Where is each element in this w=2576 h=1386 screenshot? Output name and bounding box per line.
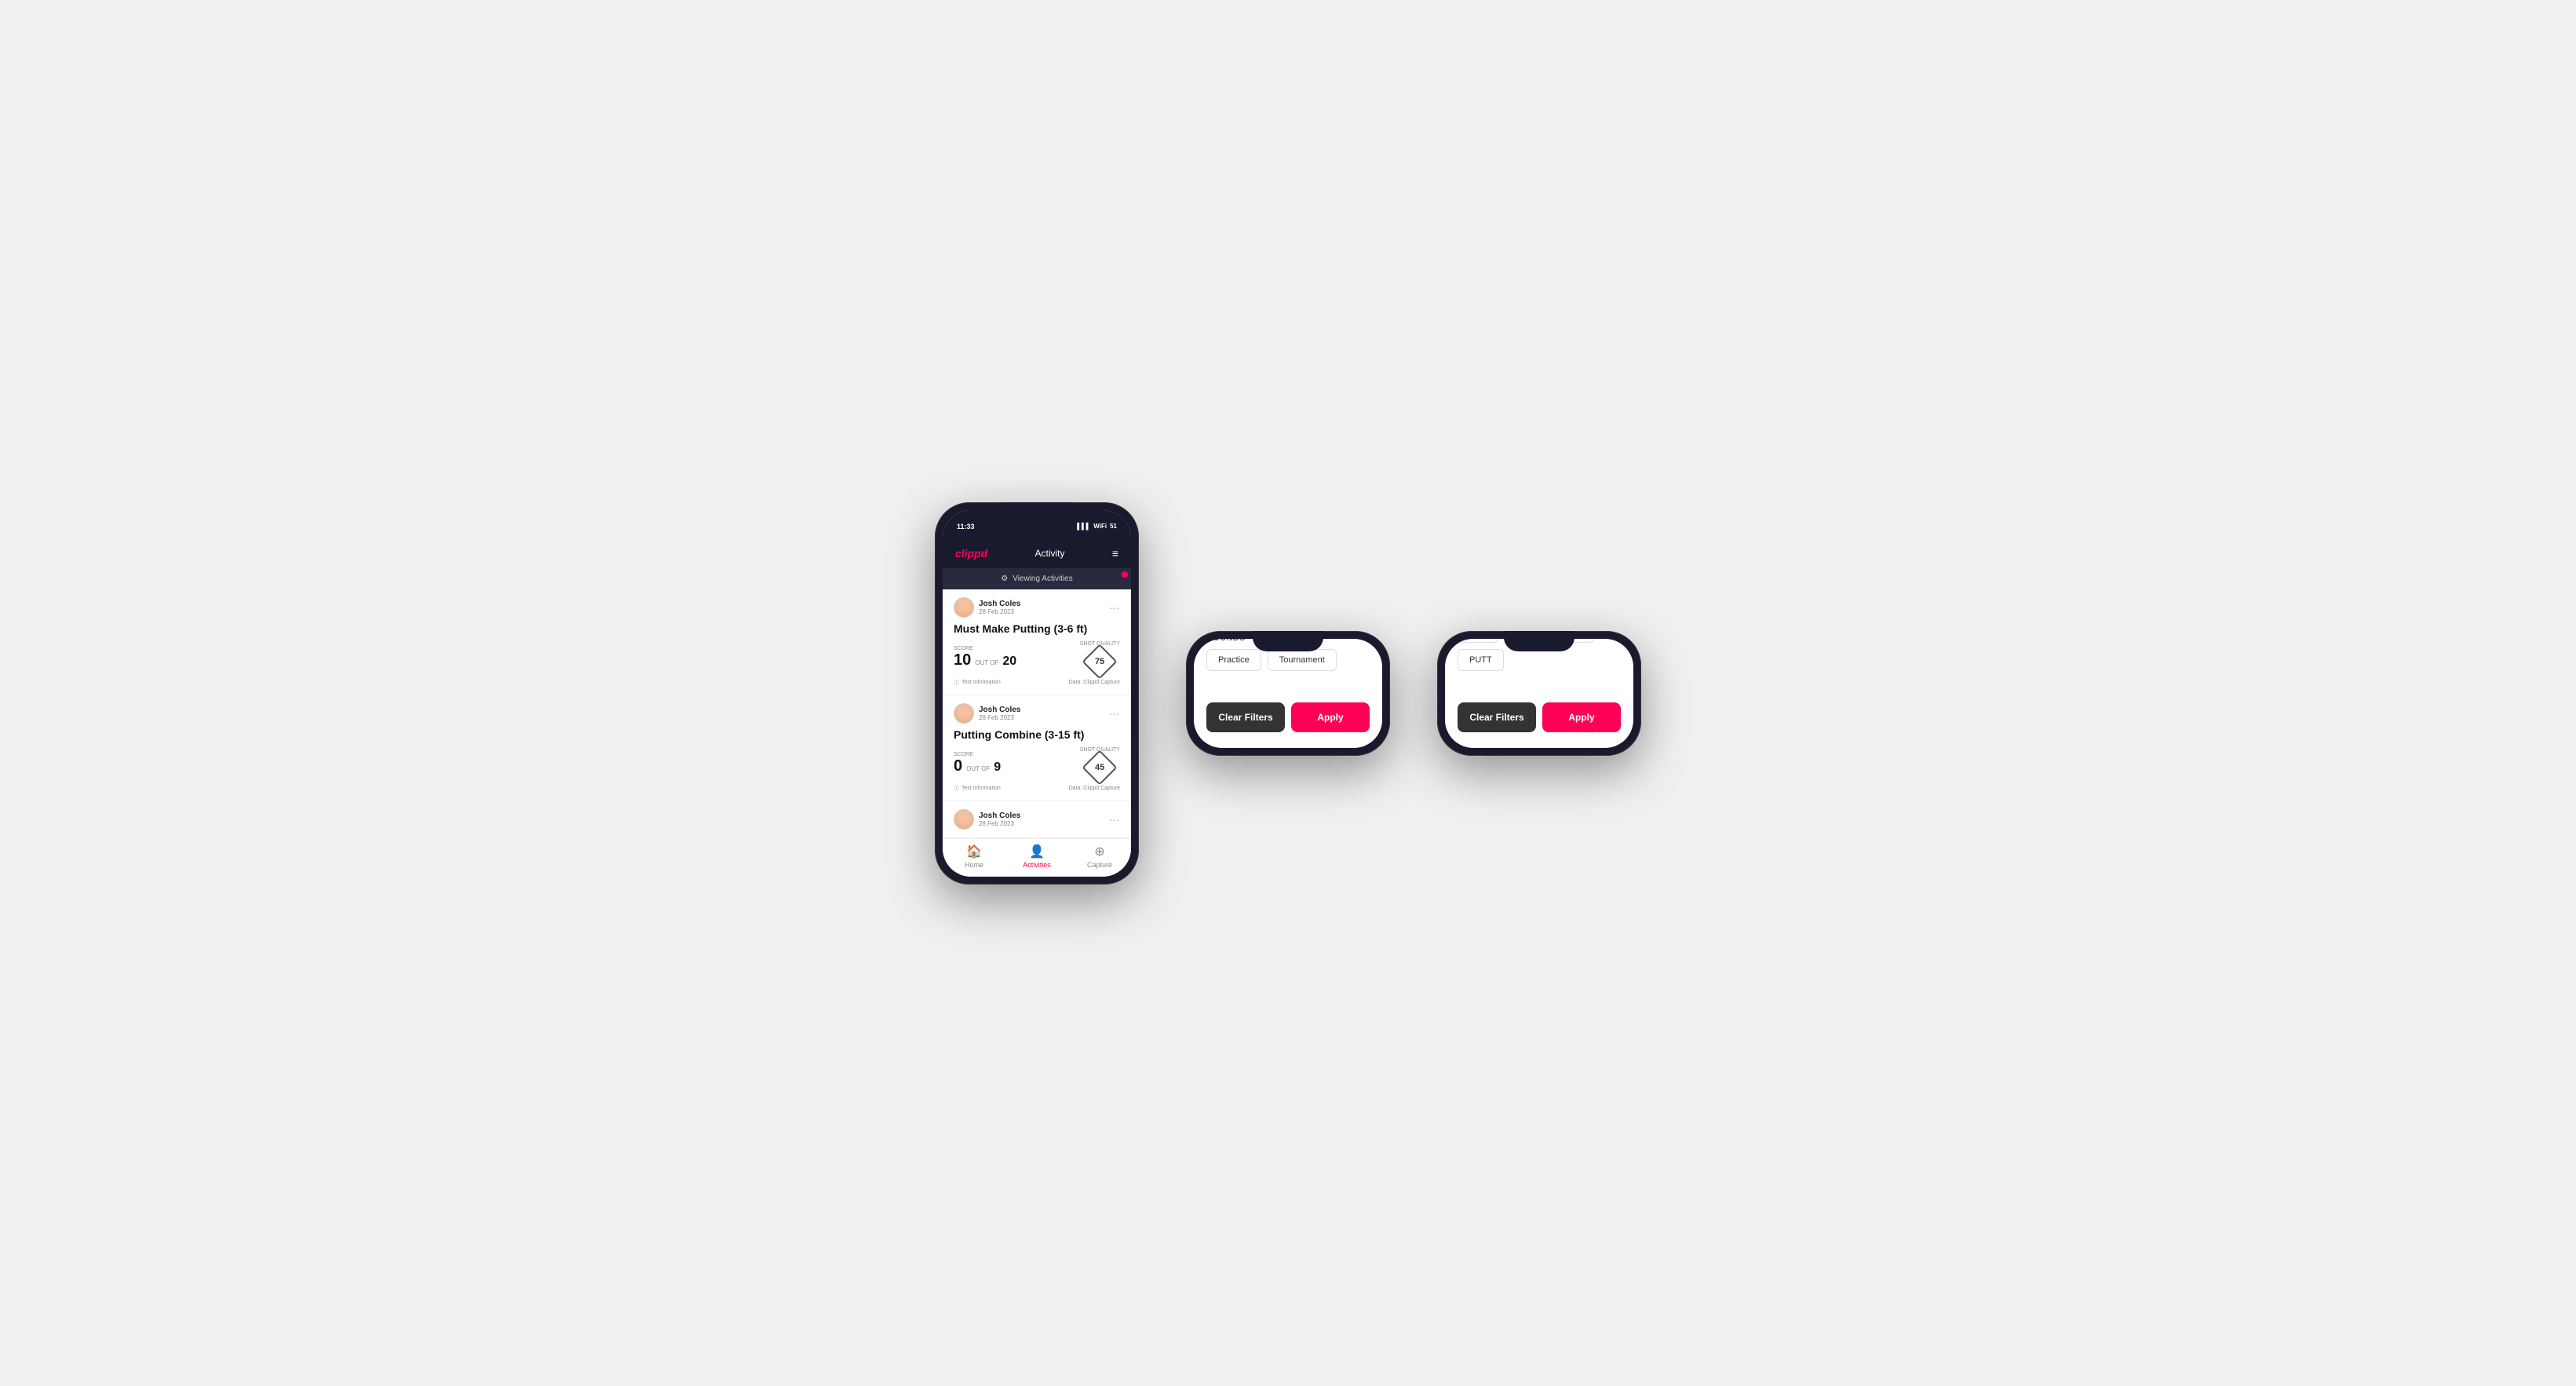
battery-icon: 51 <box>1110 523 1117 530</box>
score-values-1: 10 OUT OF 20 <box>954 651 1016 669</box>
home-icon-1: 🏠 <box>966 844 982 859</box>
user-name-1: Josh Coles <box>979 600 1020 608</box>
user-info-3: Josh Coles 28 Feb 2023 <box>979 812 1020 827</box>
viewing-label-1: Viewing Activities <box>1013 574 1073 583</box>
stats-row-1: Score 10 OUT OF 20 Shot Quality <box>954 641 1120 674</box>
card-header-2: Josh Coles 28 Feb 2023 ··· <box>954 703 1120 724</box>
filter-modal-2: Filter ✕ Show Rounds Practice Drills Rou… <box>1194 639 1382 748</box>
avatar-1 <box>954 597 974 618</box>
phone-1: 11:33 ▌▌▌ WiFi 51 clippd Activity ≡ ⚙ Vi… <box>935 502 1139 884</box>
user-date-1: 28 Feb 2023 <box>979 608 1020 615</box>
user-date-2: 28 Feb 2023 <box>979 714 1020 721</box>
stats-row-2: Score 0 OUT OF 9 Shot Quality 45 <box>954 747 1120 780</box>
out-of-1: OUT OF <box>975 659 998 666</box>
card-footer-2: ⓘ Test Information Data: Clippd Capture <box>954 785 1120 793</box>
card-header-1: Josh Coles 28 Feb 2023 ··· <box>954 597 1120 618</box>
out-of-value-2: 9 <box>994 760 1001 775</box>
info-icon-1: ⓘ <box>954 679 959 687</box>
cards-container-1: Josh Coles 28 Feb 2023 ··· Must Make Put… <box>943 589 1131 838</box>
putt-btn-3[interactable]: PUTT <box>1458 649 1504 671</box>
card-header-3: Josh Coles 28 Feb 2023 ··· <box>954 809 1120 830</box>
out-of-2: OUT OF <box>966 765 990 772</box>
avatar-3 <box>954 809 974 830</box>
apply-btn-2[interactable]: Apply <box>1291 702 1370 732</box>
more-options-3[interactable]: ··· <box>1109 814 1120 825</box>
clear-filters-btn-2[interactable]: Clear Filters <box>1206 702 1285 732</box>
card-title-1: Must Make Putting (3-6 ft) <box>954 622 1120 635</box>
avatar-2 <box>954 703 974 724</box>
activities-label-1: Activities <box>1023 861 1051 869</box>
status-icons-1: ▌▌▌ WiFi 51 <box>1077 523 1117 530</box>
info-icon-2: ⓘ <box>954 785 959 793</box>
ott-btn-3[interactable]: OTT <box>1458 639 1498 643</box>
shot-quality-block-1: Shot Quality 75 <box>1080 641 1120 674</box>
wifi-icon: WiFi <box>1093 523 1107 530</box>
menu-icon-1[interactable]: ≡ <box>1112 547 1118 560</box>
nav-capture-1[interactable]: ⊕ Capture <box>1068 844 1131 869</box>
user-info-1: Josh Coles 28 Feb 2023 <box>979 600 1020 615</box>
filter-settings-icon-1: ⚙ <box>1001 574 1008 583</box>
home-label-1: Home <box>965 861 983 869</box>
signal-icon: ▌▌▌ <box>1077 523 1090 530</box>
shot-quality-badge-wrap-1: 75 <box>1080 649 1120 674</box>
avatar-name-3: Josh Coles 28 Feb 2023 <box>954 809 1020 830</box>
phone-1-screen: 11:33 ▌▌▌ WiFi 51 clippd Activity ≡ ⚙ Vi… <box>943 510 1131 877</box>
bottom-nav-1: 🏠 Home 👤 Activities ⊕ Capture <box>943 838 1131 877</box>
clear-filters-btn-3[interactable]: Clear Filters <box>1458 702 1536 732</box>
more-options-2[interactable]: ··· <box>1109 708 1120 719</box>
modal-footer-3: Clear Filters Apply <box>1445 695 1633 748</box>
phone-2: 11:33 ▌▌▌ WiFi 51 clippd Activity ≡ ⚙ Vi… <box>1186 631 1390 756</box>
notch-2 <box>1253 631 1323 651</box>
shot-quality-badge-wrap-2: 45 <box>1080 755 1120 780</box>
avatar-name-1: Josh Coles 28 Feb 2023 <box>954 597 1020 618</box>
nav-bar-1: clippd Activity ≡ <box>943 538 1131 568</box>
modal-footer-2: Clear Filters Apply <box>1194 695 1382 748</box>
activity-card-2: Josh Coles 28 Feb 2023 ··· Putting Combi… <box>943 695 1131 801</box>
score-value-2: 0 <box>954 757 962 775</box>
shot-quality-badge-2: 45 <box>1082 750 1118 785</box>
nav-activities-1[interactable]: 👤 Activities <box>1005 844 1068 869</box>
score-value-1: 10 <box>954 651 971 669</box>
notch-1 <box>1002 502 1072 523</box>
phone-3-screen: 11:33 ▌▌▌ WiFi 51 clippd Activity ≡ ⚙ Vi… <box>1445 639 1633 748</box>
filter-modal-3: Filter ✕ Show Rounds Practice Drills Pra… <box>1445 639 1633 748</box>
phone-3: 11:33 ▌▌▌ WiFi 51 clippd Activity ≡ ⚙ Vi… <box>1437 631 1641 756</box>
data-source-1: Data: Clippd Capture <box>1069 680 1120 685</box>
test-info-1[interactable]: ⓘ Test Information <box>954 679 1001 687</box>
tournament-btn-2[interactable]: Tournament <box>1268 649 1337 671</box>
capture-label-1: Capture <box>1087 861 1112 869</box>
nav-home-1[interactable]: 🏠 Home <box>943 844 1005 869</box>
card-footer-1: ⓘ Test Information Data: Clippd Capture <box>954 679 1120 687</box>
avatar-name-2: Josh Coles 28 Feb 2023 <box>954 703 1020 724</box>
viewing-banner-1[interactable]: ⚙ Viewing Activities <box>943 568 1131 589</box>
nav-title-1: Activity <box>1035 548 1065 559</box>
practice-btn-2[interactable]: Practice <box>1206 649 1261 671</box>
shot-quality-badge-1: 75 <box>1082 644 1118 679</box>
score-block-1: Score 10 OUT OF 20 <box>954 646 1016 669</box>
activity-card-3: Josh Coles 28 Feb 2023 ··· <box>943 801 1131 838</box>
activity-card-1: Josh Coles 28 Feb 2023 ··· Must Make Put… <box>943 589 1131 695</box>
score-values-2: 0 OUT OF 9 <box>954 757 1001 775</box>
user-date-3: 28 Feb 2023 <box>979 820 1020 827</box>
shot-quality-block-2: Shot Quality 45 <box>1080 747 1120 780</box>
user-name-2: Josh Coles <box>979 706 1020 714</box>
activities-icon-1: 👤 <box>1029 844 1045 859</box>
phone-2-screen: 11:33 ▌▌▌ WiFi 51 clippd Activity ≡ ⚙ Vi… <box>1194 639 1382 748</box>
user-info-2: Josh Coles 28 Feb 2023 <box>979 706 1020 721</box>
capture-icon-1: ⊕ <box>1094 844 1104 859</box>
red-dot-1 <box>1122 571 1128 578</box>
notch-3 <box>1504 631 1574 651</box>
logo-1: clippd <box>955 547 987 560</box>
data-source-2: Data: Clippd Capture <box>1069 786 1120 791</box>
card-title-2: Putting Combine (3-15 ft) <box>954 728 1120 741</box>
rounds-filter-buttons-2: Practice Tournament <box>1206 649 1370 671</box>
out-of-value-1: 20 <box>1002 655 1016 669</box>
score-block-2: Score 0 OUT OF 9 <box>954 752 1001 775</box>
test-info-2[interactable]: ⓘ Test Information <box>954 785 1001 793</box>
scene: 11:33 ▌▌▌ WiFi 51 clippd Activity ≡ ⚙ Vi… <box>903 471 1673 916</box>
more-options-1[interactable]: ··· <box>1109 602 1120 613</box>
time-1: 11:33 <box>957 523 975 531</box>
user-name-3: Josh Coles <box>979 812 1020 820</box>
apply-btn-3[interactable]: Apply <box>1542 702 1621 732</box>
